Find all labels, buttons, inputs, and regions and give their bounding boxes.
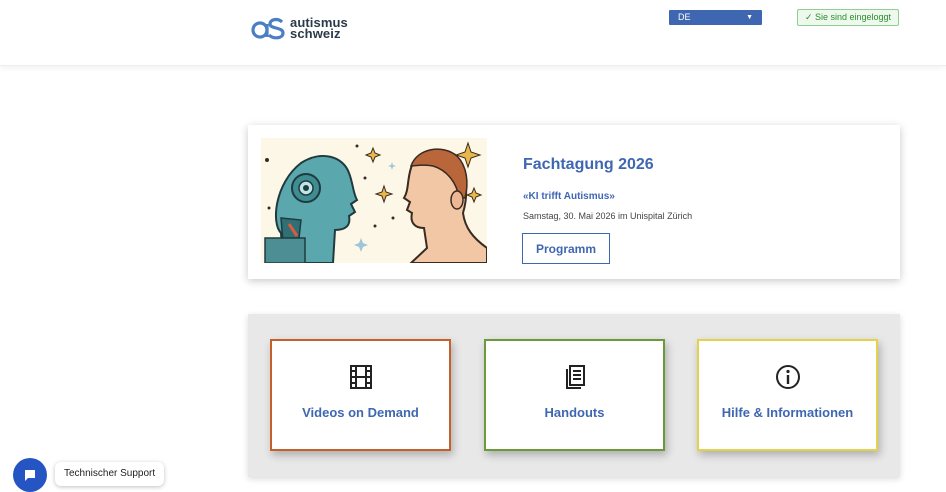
tiles-panel: Videos on Demand Handouts Hilfe & Inform… [248,314,900,477]
logo-line-2: schweiz [290,26,341,41]
logo-text: autismus schweiz [290,16,348,41]
tile-label: Hilfe & Informationen [721,405,854,420]
event-illustration [261,138,487,263]
ai-human-profile-illustration [261,138,487,263]
event-title: Fachtagung 2026 [523,156,654,173]
autismus-logo-icon [251,17,285,40]
tile-label: Handouts [544,405,605,420]
language-select[interactable]: DE ▼ [669,10,762,25]
event-date-location: Samstag, 30. Mai 2026 im Unispital Züric… [523,211,693,221]
tile-videos-on-demand[interactable]: Videos on Demand [270,339,451,451]
document-icon [565,365,585,389]
dropdown-caret-icon: ▼ [746,14,753,21]
logo[interactable]: autismus schweiz [251,16,348,40]
tile-label: Videos on Demand [302,405,419,420]
film-icon [349,365,372,389]
tile-help-info[interactable]: Hilfe & Informationen [697,339,878,451]
chat-bubble-icon [25,470,35,481]
site-header: autismus schweiz DE ▼ ✓ Sie sind eingelo… [0,0,946,66]
program-button[interactable]: Programm [522,233,610,264]
login-status-badge: ✓ Sie sind eingeloggt [797,9,899,26]
event-subtitle: «KI trifft Autismus» [523,191,615,202]
tile-handouts[interactable]: Handouts [484,339,665,451]
info-icon [775,365,800,389]
event-banner: Fachtagung 2026 «KI trifft Autismus» Sam… [248,125,900,279]
language-value: DE [678,12,691,22]
support-label[interactable]: Technischer Support [55,462,165,486]
